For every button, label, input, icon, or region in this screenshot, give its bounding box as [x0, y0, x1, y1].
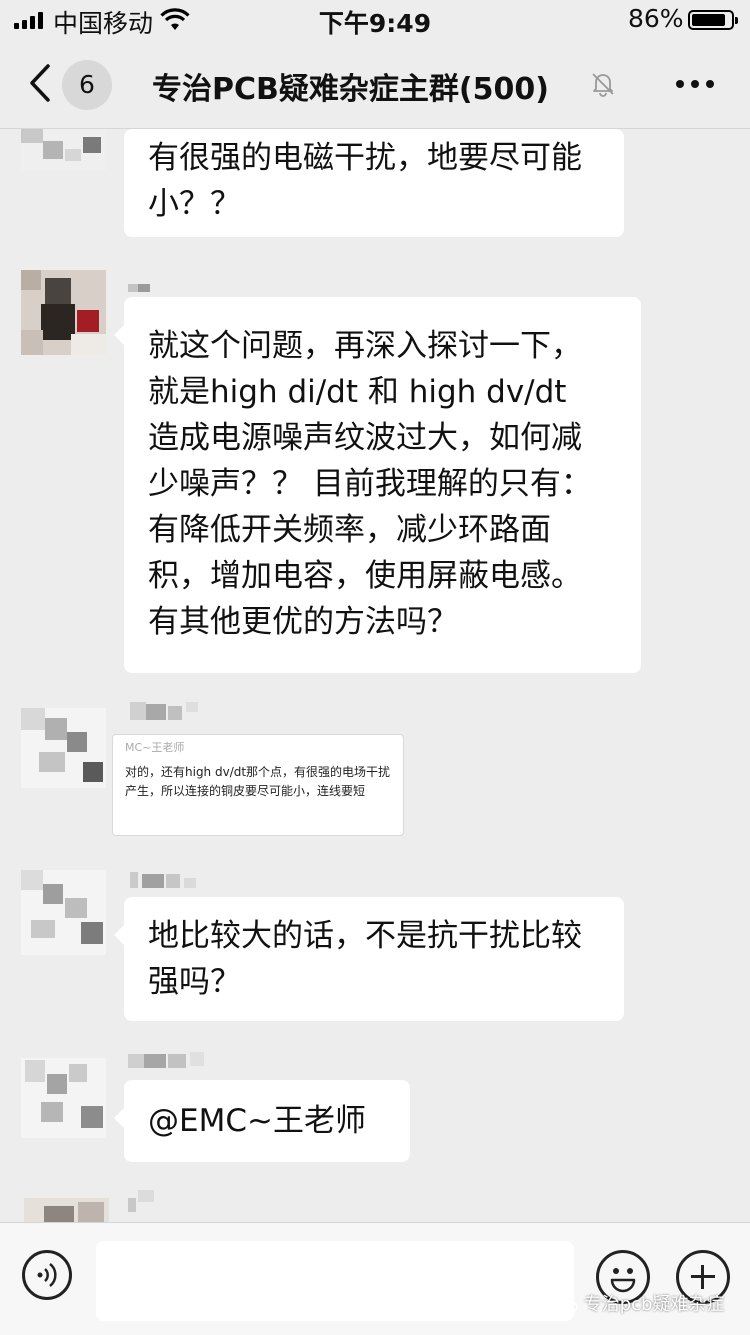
message-bubble: 有很强的电磁干扰，地要尽可能小？？ — [124, 129, 624, 237]
message-bubble: @EMC~王老师 — [114, 1080, 410, 1162]
chat-title: 专治PCB疑难杂症主群(500) — [152, 72, 549, 107]
voice-input-button[interactable] — [22, 1250, 72, 1300]
sender-name — [128, 284, 150, 292]
user-avatar[interactable] — [21, 270, 106, 355]
quoted-message-image[interactable]: MC~王老师 对的，还有high dv/dt那个点，有很强的电场干扰产生，所以连… — [112, 734, 404, 836]
sender-name — [128, 1052, 204, 1068]
chat-header: 6 专治PCB疑难杂症主群(500) — [0, 40, 750, 129]
sender-name — [130, 872, 196, 888]
mute-bell-icon — [592, 73, 614, 97]
message-bubble: 就这个问题，再深入探讨一下，就是high di/dt 和 high dv/dt … — [114, 297, 641, 673]
user-avatar[interactable] — [21, 1058, 106, 1138]
watermark: 专治pcb疑难杂症 — [556, 1290, 724, 1316]
user-avatar[interactable] — [21, 870, 106, 955]
battery-percent: 86% — [628, 4, 684, 33]
battery-fill — [692, 14, 725, 26]
input-bar — [0, 1222, 750, 1335]
watermark-text: 专治pcb疑难杂症 — [583, 1294, 725, 1315]
wechat-icon — [556, 1297, 578, 1313]
quoted-sender: MC~王老师 — [125, 741, 185, 754]
message-bubble: 地比较大的话，不是抗干扰比较强吗？ — [114, 897, 624, 1021]
status-bar: 中国移动 下午9:49 86% — [0, 0, 750, 40]
user-avatar[interactable] — [21, 708, 106, 788]
sender-name — [130, 702, 198, 720]
user-avatar[interactable] — [21, 129, 106, 171]
more-options-button[interactable] — [676, 80, 714, 88]
unread-count-badge[interactable]: 6 — [62, 60, 112, 110]
back-chevron-icon[interactable] — [26, 62, 56, 104]
battery-icon — [688, 10, 738, 30]
quoted-text: 对的，还有high dv/dt那个点，有很强的电场干扰产生，所以连接的铜皮要尽可… — [125, 765, 391, 798]
sender-name — [128, 1190, 154, 1212]
voice-icon — [37, 1263, 57, 1287]
message-input[interactable] — [96, 1241, 574, 1321]
user-avatar[interactable] — [24, 1198, 109, 1222]
